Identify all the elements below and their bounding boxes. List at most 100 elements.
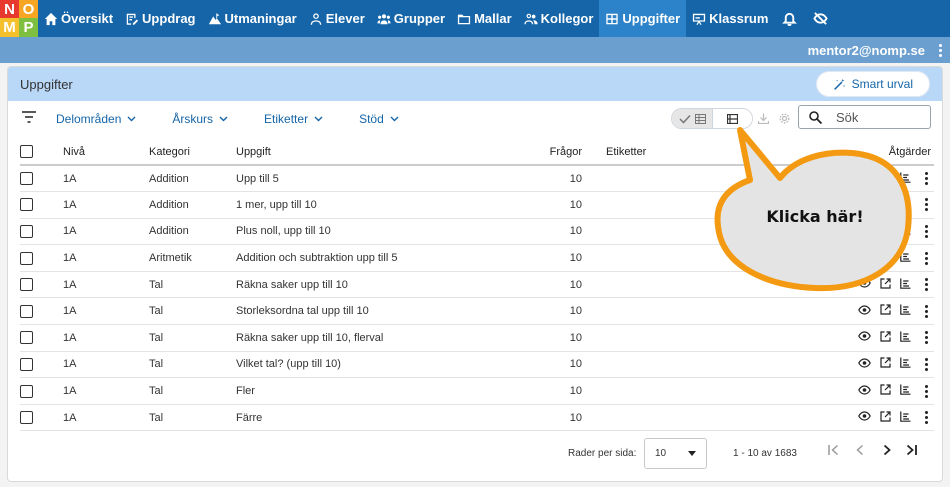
logo-letter: M — [0, 18, 19, 37]
column-kategori[interactable]: Kategori — [149, 139, 236, 166]
open-button[interactable] — [880, 411, 891, 425]
user-menu-icon[interactable] — [939, 43, 942, 57]
row-checkbox[interactable] — [20, 251, 33, 265]
nav-grupper[interactable]: Grupper — [371, 0, 451, 37]
select-all-checkbox[interactable] — [20, 145, 33, 158]
cell-actions — [690, 351, 934, 379]
row-checkbox[interactable] — [20, 411, 33, 425]
cell-niva: 1A — [63, 324, 149, 352]
cell-fragor: 10 — [526, 351, 590, 379]
nav-klassrum[interactable]: Klassrum — [686, 0, 774, 37]
statistics-button[interactable] — [900, 331, 911, 345]
nav-label: Mallar — [474, 11, 512, 26]
row-checkbox[interactable] — [20, 304, 33, 318]
more-options-icon[interactable] — [925, 172, 928, 186]
user-email[interactable]: mentor2@nomp.se — [808, 43, 925, 58]
more-options-icon[interactable] — [925, 198, 928, 212]
more-options-icon[interactable] — [925, 251, 928, 265]
row-checkbox[interactable] — [20, 172, 33, 186]
row-checkbox[interactable] — [20, 198, 33, 212]
nav-oversikt[interactable]: Översikt — [38, 0, 119, 37]
statistics-button[interactable] — [900, 411, 911, 425]
next-page-button[interactable] — [883, 444, 891, 459]
filter-list-icon[interactable] — [22, 110, 36, 128]
cell-niva: 1A — [63, 271, 149, 299]
preview-button[interactable] — [858, 331, 871, 344]
previous-page-button[interactable] — [856, 444, 864, 459]
more-options-icon[interactable] — [925, 384, 928, 398]
cell-kategori: Tal — [149, 297, 236, 326]
smart-selection-button[interactable]: Smart urval — [815, 71, 930, 97]
more-options-icon[interactable] — [925, 304, 928, 318]
card-header: Uppgifter Smart urval — [8, 67, 942, 101]
last-page-button[interactable] — [906, 444, 917, 459]
open-button[interactable] — [880, 357, 891, 371]
column-uppgift[interactable]: Uppgift — [236, 139, 526, 166]
cell-fragor: 10 — [526, 218, 590, 246]
user-bar: mentor2@nomp.se — [0, 37, 950, 63]
cell-kategori: Addition — [149, 191, 236, 219]
more-options-icon[interactable] — [925, 278, 928, 292]
cell-niva: 1A — [63, 351, 149, 379]
nomp-logo[interactable]: N O M P — [0, 0, 38, 37]
cell-actions — [690, 324, 934, 352]
table-row[interactable]: 1A Tal Räkna saker upp till 10, flerval 10 — [20, 324, 934, 352]
preview-button[interactable] — [858, 384, 871, 398]
cell-actions — [690, 404, 934, 432]
check-icon — [678, 114, 691, 124]
cell-fragor: 10 — [526, 271, 590, 299]
rows-per-page-label: Rader per sida: — [568, 448, 637, 459]
more-options-icon[interactable] — [925, 411, 928, 425]
table-row[interactable]: 1A Tal Vilket tal? (upp till 10) 10 — [20, 351, 934, 379]
table-row[interactable]: 1A Tal Färre 10 — [20, 404, 934, 432]
open-button[interactable] — [880, 384, 891, 398]
cell-uppgift: Vilket tal? (upp till 10) — [236, 351, 526, 379]
preview-button[interactable] — [858, 411, 871, 424]
nav-uppdrag[interactable]: Uppdrag — [119, 0, 201, 37]
more-options-icon[interactable] — [925, 331, 928, 345]
open-button[interactable] — [880, 331, 891, 345]
cell-kategori: Tal — [149, 324, 236, 352]
cell-kategori: Tal — [149, 404, 236, 432]
logo-letter: P — [19, 18, 38, 37]
hide-button[interactable] — [805, 0, 836, 37]
home-icon — [44, 12, 58, 25]
cell-niva: 1A — [63, 165, 149, 193]
row-checkbox[interactable] — [20, 224, 33, 238]
row-checkbox[interactable] — [20, 357, 33, 371]
rows-per-page-select[interactable]: 10 — [644, 438, 707, 469]
column-niva[interactable]: Nivå — [63, 139, 149, 166]
cell-fragor: 10 — [526, 191, 590, 219]
nav-label: Översikt — [61, 11, 114, 26]
chevron-left-icon — [856, 444, 864, 456]
cell-etiketter — [590, 377, 690, 405]
filter-label: Etiketter — [264, 112, 309, 126]
cell-uppgift: Addition och subtraktion upp till 5 — [236, 244, 526, 272]
filter-delomraden[interactable]: Delområden — [56, 112, 136, 126]
nav-elever[interactable]: Elever — [303, 0, 371, 37]
nav-kollegor[interactable]: Kollegor — [518, 0, 600, 37]
cell-niva: 1A — [63, 191, 149, 219]
cell-fragor: 10 — [526, 404, 590, 432]
filter-arskurs[interactable]: Årskurs — [172, 112, 228, 126]
cell-uppgift: Upp till 5 — [236, 165, 526, 193]
table-row[interactable]: 1A Tal Fler 10 — [20, 377, 934, 405]
more-options-icon[interactable] — [925, 357, 928, 371]
statistics-button[interactable] — [900, 357, 911, 371]
more-options-icon[interactable] — [925, 224, 928, 238]
nav-mallar[interactable]: Mallar — [451, 0, 518, 37]
notifications-button[interactable] — [774, 0, 805, 37]
filter-stod[interactable]: Stöd — [359, 112, 399, 126]
filter-etiketter[interactable]: Etiketter — [264, 112, 323, 126]
nav-uppgifter[interactable]: Uppgifter — [599, 0, 687, 37]
first-page-button[interactable] — [828, 444, 839, 459]
column-fragor[interactable]: Frågor — [526, 139, 590, 166]
nav-utmaningar[interactable]: Utmaningar — [202, 0, 303, 37]
classroom-icon — [693, 13, 706, 25]
row-checkbox[interactable] — [20, 331, 33, 345]
row-checkbox[interactable] — [20, 278, 33, 292]
statistics-button[interactable] — [900, 384, 911, 398]
row-checkbox[interactable] — [20, 384, 33, 398]
preview-button[interactable] — [858, 358, 871, 371]
cell-actions — [690, 377, 934, 405]
